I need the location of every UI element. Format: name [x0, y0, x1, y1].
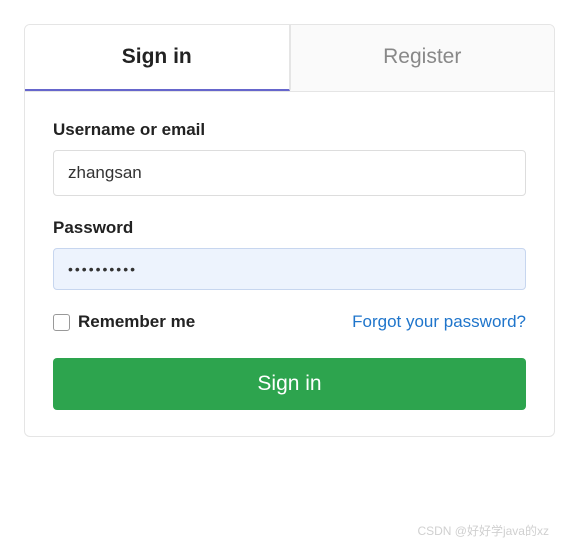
- password-input[interactable]: [53, 248, 526, 290]
- remember-group: Remember me: [53, 312, 195, 332]
- remember-checkbox[interactable]: [53, 314, 70, 331]
- auth-tabs: Sign in Register: [25, 25, 554, 92]
- remember-label: Remember me: [78, 312, 195, 332]
- username-label: Username or email: [53, 120, 526, 140]
- watermark-text: CSDN @好好学java的xz: [417, 522, 549, 539]
- password-label: Password: [53, 218, 526, 238]
- forgot-password-link[interactable]: Forgot your password?: [352, 312, 526, 332]
- tab-register[interactable]: Register: [290, 25, 555, 91]
- tab-signin[interactable]: Sign in: [25, 25, 290, 91]
- auth-card: Sign in Register Username or email Passw…: [24, 24, 555, 437]
- username-input[interactable]: [53, 150, 526, 196]
- signin-button[interactable]: Sign in: [53, 358, 526, 410]
- username-group: Username or email: [53, 120, 526, 196]
- signin-form: Username or email Password Remember me F…: [25, 92, 554, 436]
- password-group: Password: [53, 218, 526, 290]
- options-row: Remember me Forgot your password?: [53, 312, 526, 332]
